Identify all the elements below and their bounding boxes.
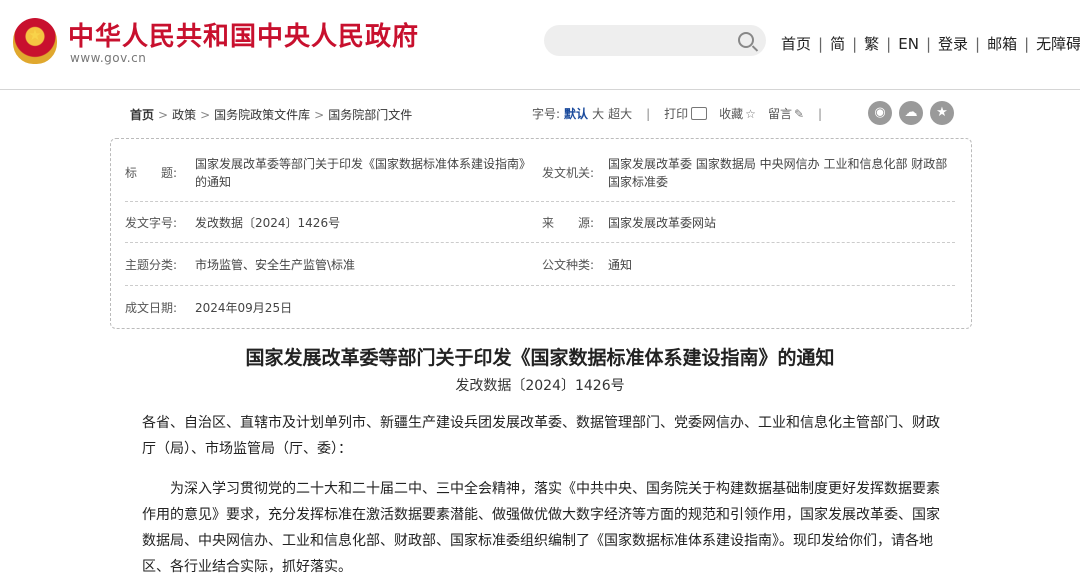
favorite-button[interactable]: 收藏 ☆ bbox=[719, 107, 756, 121]
nav-accessibility[interactable]: 无障碍 bbox=[1036, 35, 1080, 53]
meta-docno-label: 发文字号: bbox=[125, 216, 178, 230]
nav-home[interactable]: 首页 bbox=[781, 35, 811, 53]
site-header: ★ 中华人民共和国中央人民政府 www.gov.cn 首页 | 简 | 繁 | EN | 登录 |… bbox=[0, 0, 1080, 90]
pen-icon: ✎ bbox=[793, 107, 805, 121]
breadcrumb-toolbar-bar: 首页 > 政策 > 国务院政策文件库 > 国务院部门文件 字号: 默认大超大 | 打印 收藏 ☆ 留言 ✎… bbox=[130, 101, 954, 125]
nav-login[interactable]: 登录 bbox=[938, 35, 968, 53]
font-size-large[interactable]: 大 bbox=[592, 107, 604, 121]
meta-date-label: 成文日期: bbox=[125, 301, 178, 315]
star-icon: ☆ bbox=[745, 107, 756, 121]
nav-simplified[interactable]: 简 bbox=[830, 35, 845, 53]
font-size-label: 字号: bbox=[532, 107, 561, 121]
meta-source-value: 国家发展改革委网站 bbox=[608, 216, 717, 230]
breadcrumb-home[interactable]: 首页 bbox=[130, 108, 154, 122]
meta-docno-value: 发改数据〔2024〕1426号 bbox=[195, 216, 341, 230]
comment-button[interactable]: 留言 ✎ bbox=[768, 107, 804, 121]
national-emblem-icon[interactable]: ★ bbox=[13, 18, 57, 64]
meta-row-docno: 发文字号: 发改数据〔2024〕1426号 来 源: 国家发展改革委网站 bbox=[125, 202, 955, 243]
meta-type-label: 公文种类: bbox=[542, 258, 595, 272]
nav-traditional[interactable]: 繁 bbox=[864, 35, 879, 53]
meta-date-value: 2024年09月25日 bbox=[195, 301, 293, 315]
printer-icon bbox=[691, 107, 708, 120]
article-body-paragraph: 为深入学习贯彻党的二十大和二十届二中、三中全会精神，落实《中共中央、国务院关于构… bbox=[142, 481, 940, 575]
article-toolbar: 字号: 默认大超大 | 打印 收藏 ☆ 留言 ✎ | bbox=[532, 107, 823, 121]
search-icon[interactable] bbox=[738, 32, 754, 48]
article-title: 国家发展改革委等部门关于印发《国家数据标准体系建设指南》的通知 bbox=[245, 347, 835, 369]
breadcrumb-policy[interactable]: 政策 bbox=[172, 108, 196, 122]
meta-issuer-label: 发文机关: bbox=[542, 166, 595, 180]
nav-english[interactable]: EN bbox=[898, 35, 919, 53]
meta-title-label: 标 题: bbox=[125, 166, 178, 180]
wechat-icon[interactable]: ☁ bbox=[899, 101, 923, 125]
document-metadata-box: 标 题: 国家发展改革委等部门关于印发《国家数据标准体系建设指南》的通知 发文机… bbox=[110, 138, 972, 329]
weibo-icon[interactable]: ◉ bbox=[868, 101, 892, 125]
meta-row-title: 标 题: 国家发展改革委等部门关于印发《国家数据标准体系建设指南》的通知 发文机… bbox=[125, 149, 955, 202]
meta-issuer-value: 国家发展改革委 国家数据局 中央网信办 工业和信息化部 财政部 国家标准委 bbox=[608, 157, 948, 189]
site-title[interactable]: 中华人民共和国中央人民政府 bbox=[68, 16, 419, 53]
meta-row-date: 成文日期: 2024年09月25日 bbox=[125, 286, 955, 326]
article-doc-number: 发改数据〔2024〕1426号 bbox=[455, 378, 625, 394]
article-salutation: 各省、自治区、直辖市及计划单列市、新疆生产建设兵团发展改革委、数据管理部门、党委… bbox=[142, 415, 940, 457]
meta-type-value: 通知 bbox=[608, 258, 633, 272]
meta-row-topic: 主题分类: 市场监管、安全生产监管\标准 公文种类: 通知 bbox=[125, 243, 955, 286]
top-nav: 首页 | 简 | 繁 | EN | 登录 | 邮箱 | 无障碍 bbox=[781, 35, 1080, 53]
meta-topic-value: 市场监管、安全生产监管\标准 bbox=[195, 258, 356, 272]
breadcrumb-policy-library[interactable]: 国务院政策文件库 bbox=[214, 108, 310, 122]
breadcrumb-dept-docs[interactable]: 国务院部门文件 bbox=[328, 108, 412, 122]
site-url: www.gov.cn bbox=[70, 51, 147, 65]
meta-topic-label: 主题分类: bbox=[125, 258, 178, 272]
favorite-share-icon[interactable]: ★ bbox=[930, 101, 954, 125]
breadcrumb: 首页 > 政策 > 国务院政策文件库 > 国务院部门文件 bbox=[130, 108, 413, 122]
meta-source-label: 来 源: bbox=[542, 216, 595, 230]
search-box[interactable] bbox=[544, 25, 766, 56]
nav-mail[interactable]: 邮箱 bbox=[987, 35, 1017, 53]
font-size-xlarge[interactable]: 超大 bbox=[608, 107, 632, 121]
meta-title-value: 国家发展改革委等部门关于印发《国家数据标准体系建设指南》的通知 bbox=[195, 157, 532, 189]
font-size-default[interactable]: 默认 bbox=[564, 107, 588, 121]
print-button[interactable]: 打印 bbox=[664, 107, 708, 121]
